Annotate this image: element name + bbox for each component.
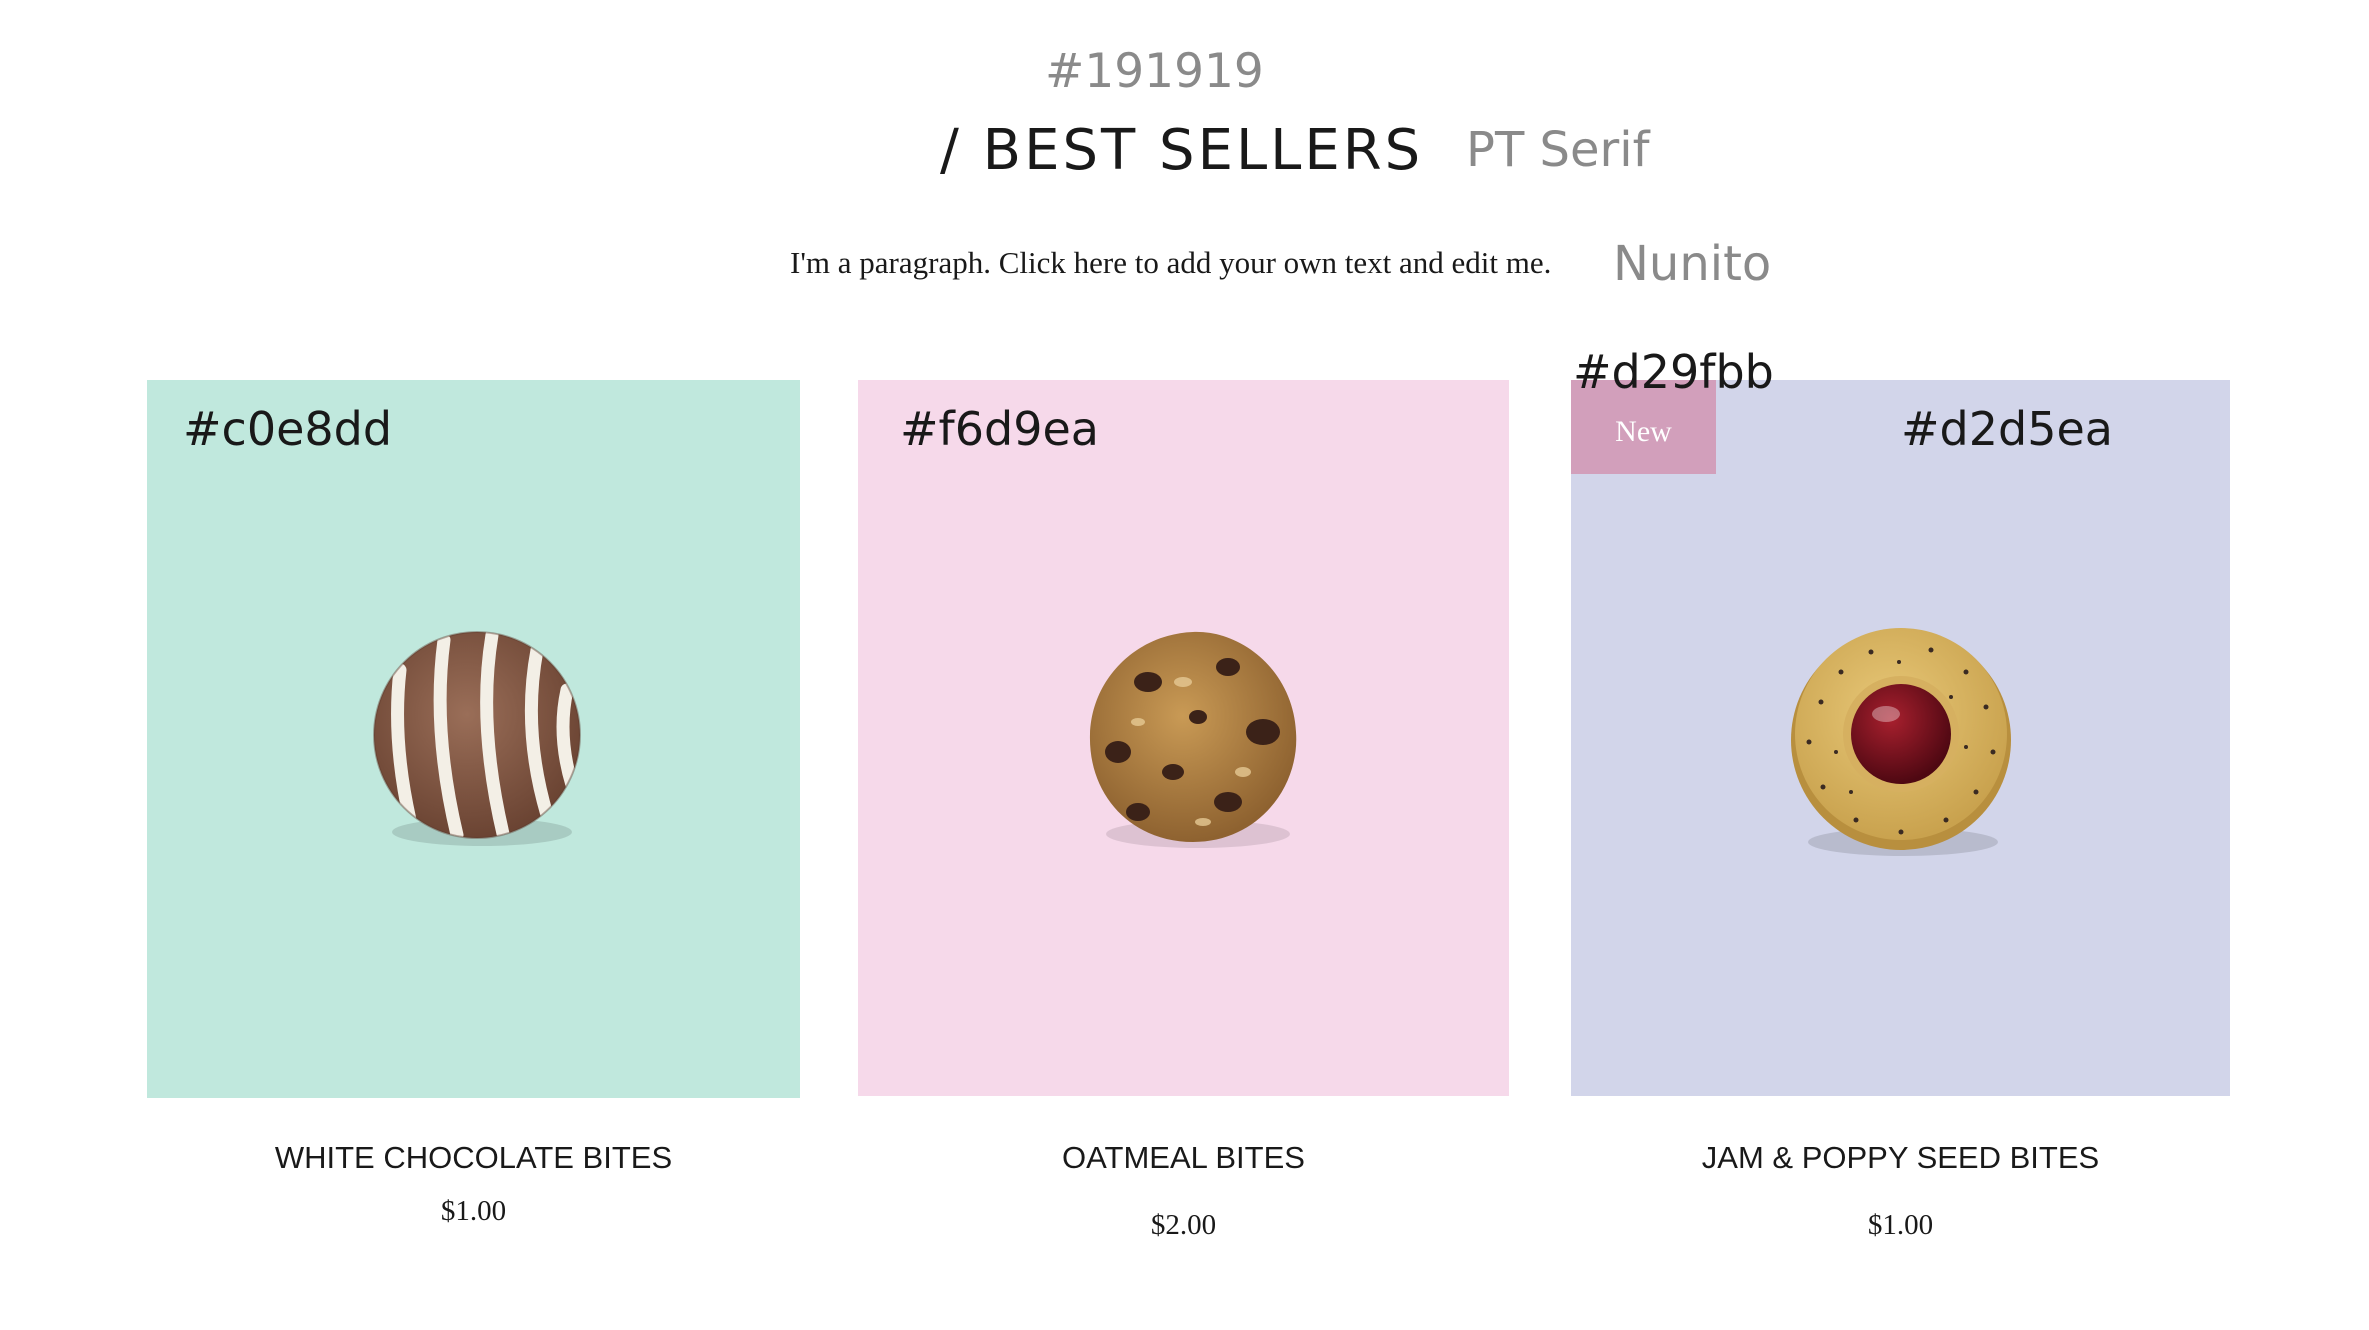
card-color-annotation: #d2d5ea xyxy=(1901,402,2113,456)
badge-color-annotation: #d29fbb xyxy=(1573,345,1774,399)
product-price: $1.00 xyxy=(440,1195,507,1227)
product-card-jam-poppy-seed[interactable]: New #d2d5ea xyxy=(1571,380,2230,1096)
title-font-annotation: PT Serif xyxy=(1466,122,1650,178)
product-name[interactable]: WHITE CHOCOLATE BITES xyxy=(147,1140,800,1176)
card-color-annotation: #f6d9ea xyxy=(900,402,1099,456)
title-color-annotation: #191919 xyxy=(1045,44,1264,99)
product-name[interactable]: JAM & POPPY SEED BITES xyxy=(1571,1140,2230,1176)
paragraph-font-annotation: Nunito xyxy=(1613,236,1772,292)
oatmeal-cookie-image[interactable] xyxy=(1078,622,1308,852)
intro-paragraph[interactable]: I'm a paragraph. Click here to add your … xyxy=(790,245,1551,281)
card-color-annotation: #c0e8dd xyxy=(183,402,393,456)
product-card-white-chocolate[interactable]: #c0e8dd xyxy=(147,380,800,1098)
product-card-oatmeal[interactable]: #f6d9ea xyxy=(858,380,1509,1096)
product-name[interactable]: OATMEAL BITES xyxy=(858,1140,1509,1176)
product-price: $1.00 xyxy=(1867,1209,1934,1241)
white-chocolate-cookie-image[interactable] xyxy=(362,620,592,850)
product-price: $2.00 xyxy=(1150,1209,1217,1241)
page-title: / BEST SELLERS xyxy=(940,118,1424,183)
jam-poppy-seed-cookie-image[interactable] xyxy=(1781,622,2021,862)
